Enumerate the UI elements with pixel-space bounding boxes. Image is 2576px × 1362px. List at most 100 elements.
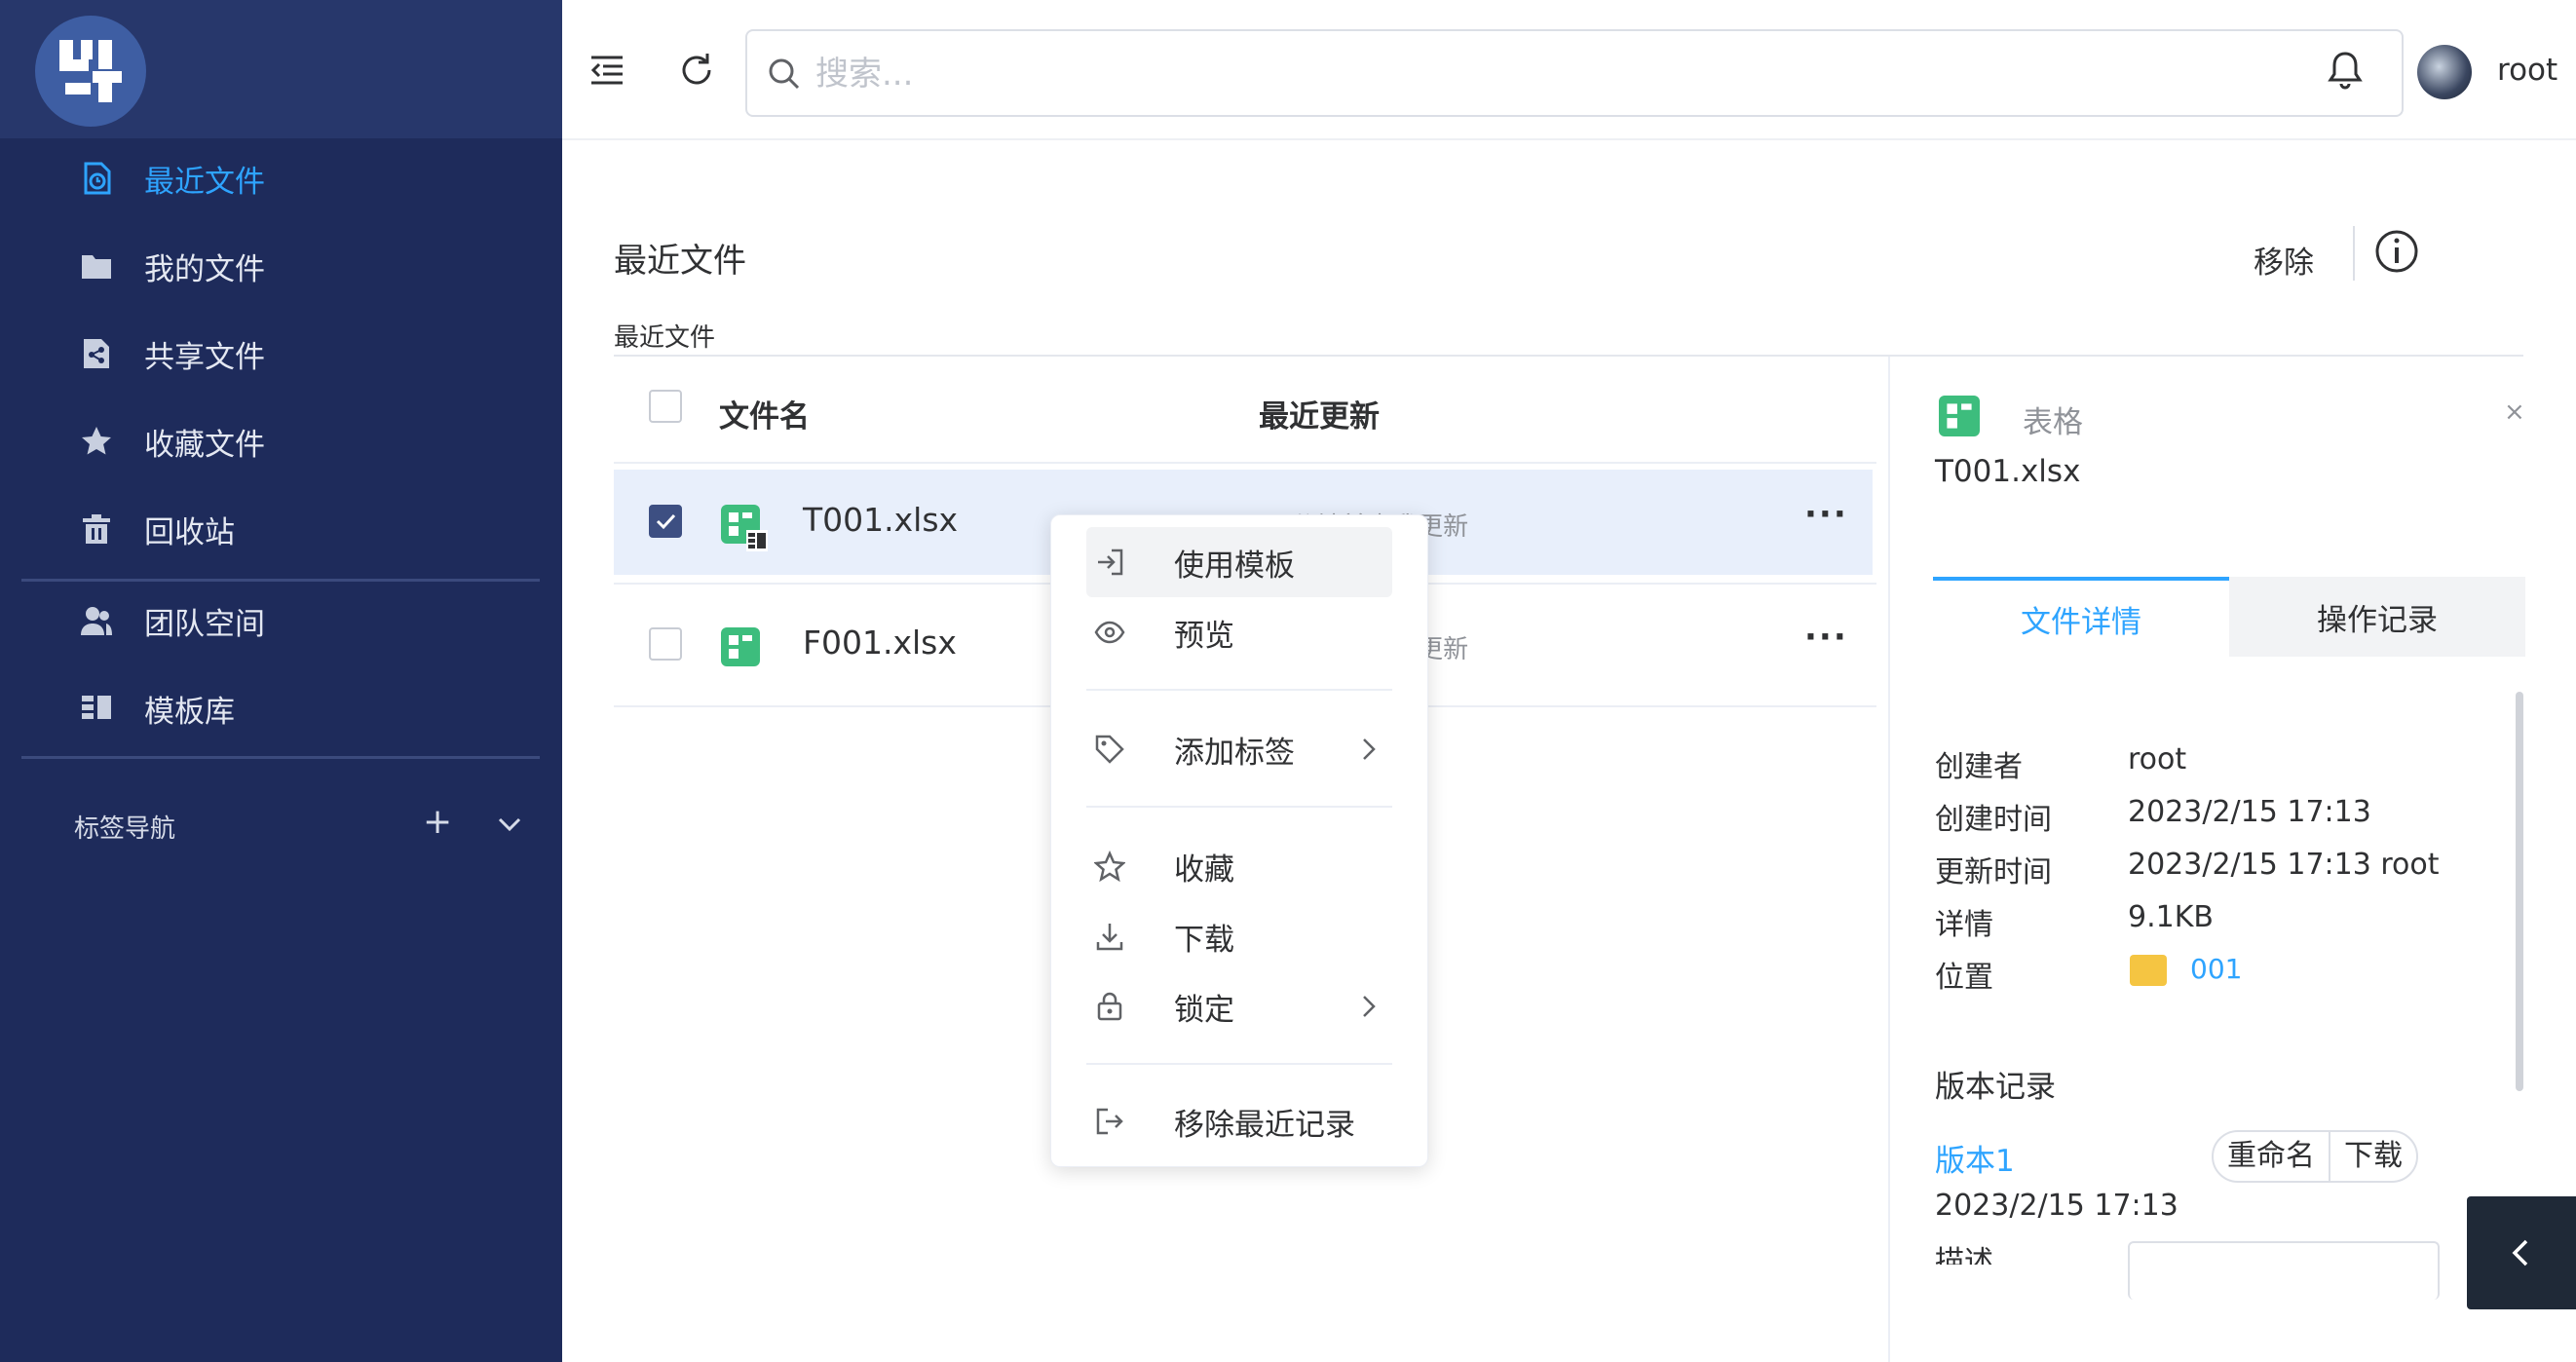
- check-icon: [656, 513, 676, 530]
- search-icon: [769, 58, 800, 90]
- sidebar-item-label: 共享文件: [144, 339, 265, 375]
- more-actions-button[interactable]: ···: [1804, 618, 1848, 657]
- location-link[interactable]: 001: [2190, 953, 2242, 985]
- sidebar-item-favorites[interactable]: 收藏文件: [0, 402, 562, 480]
- sidebar-item-my-files[interactable]: 我的文件: [0, 227, 562, 305]
- detail-key: 更新时间: [1935, 855, 2052, 889]
- menu-item-label: 使用模板: [1174, 548, 1295, 584]
- menu-item-label: 移除最近记录: [1174, 1107, 1355, 1143]
- download-icon: [1096, 924, 1123, 951]
- detail-value: 9.1KB: [2128, 900, 2214, 934]
- search-input[interactable]: [815, 43, 2374, 105]
- folder-icon: [2130, 955, 2167, 986]
- row-checkbox[interactable]: [649, 505, 682, 538]
- template-badge-icon: [746, 530, 768, 551]
- chevron-left-icon: [2512, 1239, 2528, 1267]
- menu-item-label: 锁定: [1174, 992, 1234, 1028]
- username[interactable]: root: [2497, 53, 2557, 88]
- toolbar-divider: [2353, 226, 2355, 281]
- row-checkbox[interactable]: [649, 627, 682, 661]
- sidebar-item-label: 最近文件: [144, 164, 265, 200]
- detail-key: 创建时间: [1935, 803, 2052, 837]
- sidebar-item-label: 我的文件: [144, 251, 265, 287]
- detail-key: 创建者: [1935, 750, 2023, 784]
- spreadsheet-icon: [721, 505, 768, 551]
- tag-nav-label: 标签导航: [74, 814, 176, 844]
- close-icon[interactable]: ×: [2504, 397, 2525, 427]
- download-button[interactable]: 下载: [2329, 1132, 2416, 1181]
- avatar[interactable]: [2417, 45, 2472, 99]
- chevron-right-icon: [1363, 738, 1376, 760]
- sidebar-item-templates[interactable]: 模板库: [0, 669, 562, 747]
- info-icon[interactable]: [2373, 228, 2420, 275]
- logout-icon: [1096, 1108, 1123, 1135]
- more-actions-button[interactable]: ···: [1804, 495, 1848, 534]
- collapse-menu-icon[interactable]: [587, 51, 626, 90]
- sidebar-item-shared[interactable]: 共享文件: [0, 315, 562, 393]
- trash-icon: [80, 512, 113, 546]
- menu-item-use-template[interactable]: 使用模板: [1086, 527, 1392, 597]
- file-name[interactable]: F001.xlsx: [803, 624, 957, 662]
- version-desc-label: 描述: [1935, 1245, 1993, 1265]
- folder-icon: [80, 249, 113, 283]
- sidebar-item-recent[interactable]: 最近文件: [0, 139, 562, 217]
- tag-icon: [1095, 735, 1124, 764]
- template-icon: [80, 692, 113, 725]
- menu-item-label: 下载: [1174, 922, 1234, 958]
- enter-icon: [1098, 549, 1123, 576]
- column-header-name[interactable]: 文件名: [719, 392, 810, 435]
- detail-value: 2023/2/15 17:13 root: [2128, 848, 2440, 882]
- menu-item-label: 添加标签: [1174, 735, 1295, 771]
- menu-divider: [1086, 689, 1392, 691]
- menu-item-add-tag[interactable]: 添加标签: [1086, 714, 1392, 784]
- sidebar-item-recycle[interactable]: 回收站: [0, 490, 562, 568]
- recent-file-icon: [80, 162, 113, 195]
- version-history-title: 版本记录: [1935, 1070, 2056, 1105]
- detail-value: root: [2128, 742, 2187, 776]
- version-desc-input[interactable]: [2128, 1241, 2440, 1300]
- add-tag-button[interactable]: +: [423, 805, 452, 840]
- top-header: root: [562, 0, 2576, 140]
- app-logo[interactable]: [35, 16, 146, 127]
- share-file-icon: [80, 337, 113, 370]
- sidebar-item-team[interactable]: 团队空间: [0, 582, 562, 660]
- tab-operation-log[interactable]: 操作记录: [2229, 577, 2525, 657]
- menu-item-label: 预览: [1174, 618, 1234, 654]
- star-outline-icon: [1094, 851, 1125, 882]
- table-divider: [614, 462, 1876, 464]
- page-title: 最近文件: [614, 242, 746, 281]
- logo-icon: [59, 40, 122, 102]
- file-type-label: 表格: [2023, 405, 2083, 440]
- star-icon: [80, 425, 113, 458]
- bell-icon[interactable]: [2324, 49, 2367, 92]
- context-menu: 使用模板 预览 添加标签 收藏 下载 锁定 移除最近记录: [1050, 514, 1428, 1167]
- select-all-checkbox[interactable]: [649, 390, 682, 423]
- panel-scrollbar[interactable]: [2516, 692, 2523, 1091]
- rename-button[interactable]: 重命名: [2214, 1132, 2329, 1181]
- menu-item-preview[interactable]: 预览: [1086, 597, 1392, 667]
- chevron-down-icon[interactable]: [495, 813, 524, 836]
- menu-item-lock[interactable]: 锁定: [1086, 971, 1392, 1041]
- detail-key: 详情: [1935, 908, 1993, 942]
- version-actions: 重命名 下载: [2212, 1130, 2418, 1183]
- sidebar-divider: [21, 756, 540, 759]
- menu-item-remove-recent[interactable]: 移除最近记录: [1086, 1086, 1392, 1156]
- version-date: 2023/2/15 17:13: [1935, 1189, 2178, 1223]
- breadcrumb[interactable]: 最近文件: [614, 318, 715, 354]
- file-name[interactable]: T001.xlsx: [803, 501, 958, 539]
- spreadsheet-icon: [721, 627, 760, 666]
- sidebar: 最近文件 我的文件 共享文件 收藏文件 回收站 团队空间 模板库 标签导航 +: [0, 0, 562, 1362]
- remove-button[interactable]: 移除: [2254, 238, 2314, 282]
- menu-item-download[interactable]: 下载: [1086, 901, 1392, 971]
- collapse-panel-button[interactable]: [2467, 1196, 2576, 1309]
- chevron-right-icon: [1363, 996, 1376, 1017]
- column-header-updated[interactable]: 最近更新: [1259, 392, 1380, 435]
- sidebar-item-label: 收藏文件: [144, 427, 265, 463]
- refresh-icon[interactable]: [677, 51, 716, 90]
- search-box[interactable]: [745, 29, 2404, 117]
- logo-area: [0, 0, 562, 138]
- menu-item-favorite[interactable]: 收藏: [1086, 831, 1392, 901]
- panel-file-name: T001.xlsx: [1935, 454, 2081, 489]
- version-link[interactable]: 版本1: [1935, 1136, 2015, 1180]
- tab-file-details[interactable]: 文件详情: [1933, 577, 2229, 657]
